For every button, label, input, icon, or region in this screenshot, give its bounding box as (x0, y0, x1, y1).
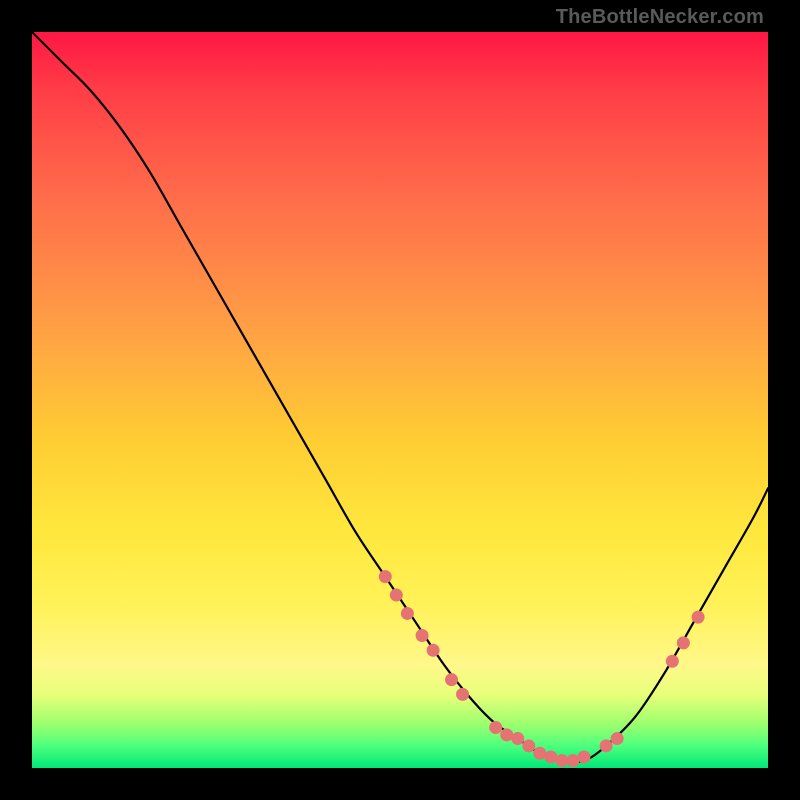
data-marker (600, 740, 612, 752)
data-markers (379, 571, 704, 767)
data-marker (545, 751, 557, 763)
data-marker (556, 755, 568, 767)
data-marker (390, 589, 402, 601)
data-marker (446, 674, 458, 686)
data-marker (416, 630, 428, 642)
data-marker (523, 740, 535, 752)
data-marker (666, 655, 678, 667)
data-marker (578, 751, 590, 763)
data-marker (534, 747, 546, 759)
data-marker (427, 644, 439, 656)
data-marker (490, 722, 502, 734)
chart-stage: TheBottleNecker.com (0, 0, 800, 800)
data-marker (692, 611, 704, 623)
data-marker (401, 607, 413, 619)
data-marker (501, 729, 513, 741)
chart-overlay (32, 32, 768, 768)
data-marker (379, 571, 391, 583)
bottleneck-curve (32, 32, 768, 762)
data-marker (567, 755, 579, 767)
data-marker (611, 733, 623, 745)
data-marker (677, 637, 689, 649)
data-marker (457, 688, 469, 700)
watermark-text: TheBottleNecker.com (556, 6, 764, 29)
data-marker (512, 733, 524, 745)
plot-area (32, 32, 768, 768)
